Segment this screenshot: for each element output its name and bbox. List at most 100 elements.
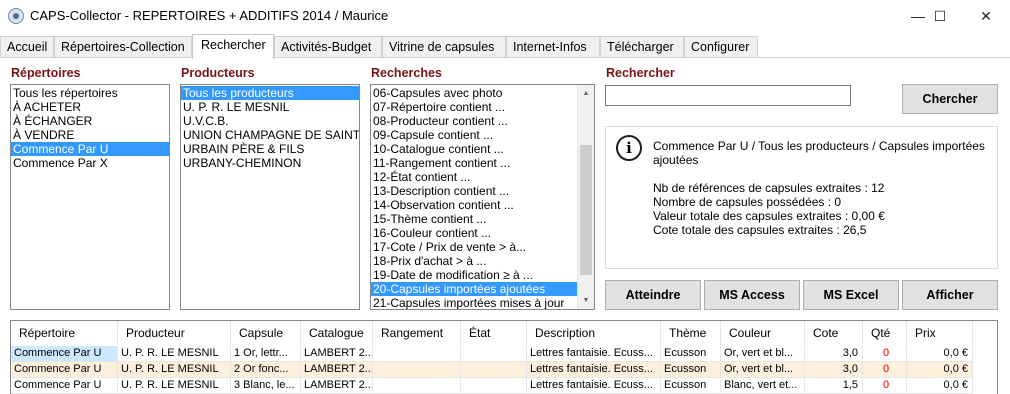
table-cell: 3,0 <box>805 362 863 378</box>
table-cell: 0 <box>863 362 907 378</box>
tab-internet-infos[interactable]: Internet-Infos <box>506 36 600 58</box>
column-header[interactable]: Prix <box>907 321 973 345</box>
table-cell: U. P. R. LE MESNIL <box>118 378 231 394</box>
ms-excel-button[interactable]: MS Excel <box>803 280 899 310</box>
tab-rechercher[interactable]: Rechercher <box>192 34 274 59</box>
scrollbar-thumb[interactable] <box>580 145 592 275</box>
list-item[interactable]: 17-Cote / Prix de vente > à... <box>371 240 577 254</box>
chercher-button[interactable]: Chercher <box>902 84 998 114</box>
afficher-button[interactable]: Afficher <box>902 280 998 310</box>
column-header[interactable]: Thème <box>661 321 721 345</box>
list-item[interactable]: Tous les répertoires <box>11 86 169 100</box>
list-item[interactable]: 09-Capsule contient ... <box>371 128 577 142</box>
tab-accueil[interactable]: Accueil <box>0 36 54 58</box>
table-cell: Lettres fantaisie. Ecuss... <box>527 362 661 378</box>
producteurs-list[interactable]: Tous les producteurs U. P. R. LE MESNIL … <box>180 84 360 310</box>
tab-repertoires-collection[interactable]: Répertoires-Collection <box>54 36 192 58</box>
table-cell: 0 <box>863 346 907 362</box>
list-item[interactable]: 19-Date de modification ≥ à ... <box>371 268 577 282</box>
table-cell: Ecusson <box>661 362 721 378</box>
list-item[interactable]: URBANY-CHEMINON <box>181 156 359 170</box>
table-cell <box>461 378 527 394</box>
list-item[interactable]: 07-Répertoire contient ... <box>371 100 577 114</box>
column-header[interactable]: État <box>461 321 527 345</box>
info-panel: i Commence Par U / Tous les producteurs … <box>605 126 998 269</box>
list-item[interactable]: URBAIN PÈRE & FILS <box>181 142 359 156</box>
table-cell <box>373 362 461 378</box>
scroll-down-icon[interactable]: ▼ <box>578 292 594 309</box>
table-cell: 3 Blanc, le... <box>231 378 301 394</box>
info-summary-line1: Commence Par U / Tous les producteurs / … <box>653 139 985 153</box>
table-cell: Commence Par U <box>11 346 118 362</box>
info-stat: Nombre de capsules possédées : 0 <box>653 195 842 209</box>
recherches-scrollbar[interactable]: ▲ ▼ <box>577 85 594 309</box>
list-item[interactable]: 18-Prix d'achat > à ... <box>371 254 577 268</box>
table-cell: 0,0 € <box>907 378 973 394</box>
column-header[interactable]: Catalogue <box>301 321 373 345</box>
table-cell: 2 Or fonc... <box>231 362 301 378</box>
table-cell: Ecusson <box>661 378 721 394</box>
list-item[interactable]: 16-Couleur contient ... <box>371 226 577 240</box>
list-item[interactable]: 10-Catalogue contient ... <box>371 142 577 156</box>
list-item[interactable]: Commence Par X <box>11 156 169 170</box>
column-header[interactable]: Qté <box>863 321 907 345</box>
app-logo-icon <box>8 8 24 24</box>
rechercher-panel: Répertoires Tous les répertoires À ACHET… <box>0 58 1010 394</box>
tab-bar: Accueil Répertoires-Collection Recherche… <box>0 34 1010 59</box>
close-icon[interactable]: ✕ <box>963 0 1009 32</box>
recherches-list[interactable]: 06-Capsules avec photo 07-Répertoire con… <box>370 84 595 310</box>
table-cell <box>461 362 527 378</box>
tab-configurer[interactable]: Configurer <box>684 36 758 58</box>
column-header[interactable]: Répertoire <box>11 321 118 345</box>
repertoires-list[interactable]: Tous les répertoires À ACHETER À ÉCHANGE… <box>10 84 170 310</box>
tab-telecharger[interactable]: Télécharger <box>600 36 684 58</box>
table-cell: U. P. R. LE MESNIL <box>118 362 231 378</box>
table-cell: LAMBERT 2... <box>301 362 373 378</box>
table-cell: Lettres fantaisie. Ecuss... <box>527 346 661 362</box>
list-item[interactable]: 11-Rangement contient ... <box>371 156 577 170</box>
list-item[interactable]: 08-Producteur contient ... <box>371 114 577 128</box>
maximize-icon[interactable]: ☐ <box>917 0 963 32</box>
list-item[interactable]: 21-Capsules importées mises à jour <box>371 296 577 309</box>
list-item[interactable]: À ACHETER <box>11 100 169 114</box>
column-header[interactable]: Description <box>527 321 661 345</box>
list-item[interactable]: 12-État contient ... <box>371 170 577 184</box>
list-item[interactable]: À ÉCHANGER <box>11 114 169 128</box>
tab-activites-budget[interactable]: Activités-Budget <box>274 36 382 58</box>
column-header[interactable]: Couleur <box>721 321 805 345</box>
info-stat: Cote totale des capsules extraites : 26,… <box>653 223 867 237</box>
table-cell: 0,0 € <box>907 346 973 362</box>
table-cell: U. P. R. LE MESNIL <box>118 346 231 362</box>
column-header[interactable]: Rangement <box>373 321 461 345</box>
table-cell: LAMBERT 2... <box>301 378 373 394</box>
results-grid[interactable]: Répertoire Producteur Capsule Catalogue … <box>10 320 998 394</box>
column-header[interactable]: Cote <box>805 321 863 345</box>
list-item[interactable]: UNION CHAMPAGNE DE SAINT-GANDEBERT <box>181 128 359 142</box>
scroll-up-icon[interactable]: ▲ <box>578 85 594 102</box>
table-cell <box>373 346 461 362</box>
ms-access-button[interactable]: MS Access <box>704 280 800 310</box>
table-cell: Commence Par U <box>11 378 118 394</box>
rechercher-label: Rechercher <box>606 66 675 80</box>
list-item[interactable]: 14-Observation contient ... <box>371 198 577 212</box>
table-cell: 1,5 <box>805 378 863 394</box>
list-item[interactable]: 13-Description contient ... <box>371 184 577 198</box>
atteindre-button[interactable]: Atteindre <box>605 280 701 310</box>
list-item[interactable]: U. P. R. LE MESNIL <box>181 100 359 114</box>
window-title: CAPS-Collector - REPERTOIRES + ADDITIFS … <box>30 8 389 23</box>
column-header[interactable]: Producteur <box>118 321 231 345</box>
list-item-selected[interactable]: Tous les producteurs <box>181 86 359 100</box>
table-cell: 3,0 <box>805 346 863 362</box>
list-item[interactable]: 06-Capsules avec photo <box>371 86 577 100</box>
search-input[interactable] <box>605 85 851 106</box>
list-item[interactable]: À VENDRE <box>11 128 169 142</box>
tab-vitrine-de-capsules[interactable]: Vitrine de capsules <box>382 36 506 58</box>
list-item-selected[interactable]: 20-Capsules importées ajoutées <box>371 282 577 296</box>
table-cell: Ecusson <box>661 346 721 362</box>
column-header[interactable]: Capsule <box>231 321 301 345</box>
recherches-label: Recherches <box>371 66 442 80</box>
table-cell <box>461 346 527 362</box>
list-item[interactable]: 15-Thème contient ... <box>371 212 577 226</box>
list-item[interactable]: U.V.C.B. <box>181 114 359 128</box>
list-item-selected[interactable]: Commence Par U <box>11 142 169 156</box>
